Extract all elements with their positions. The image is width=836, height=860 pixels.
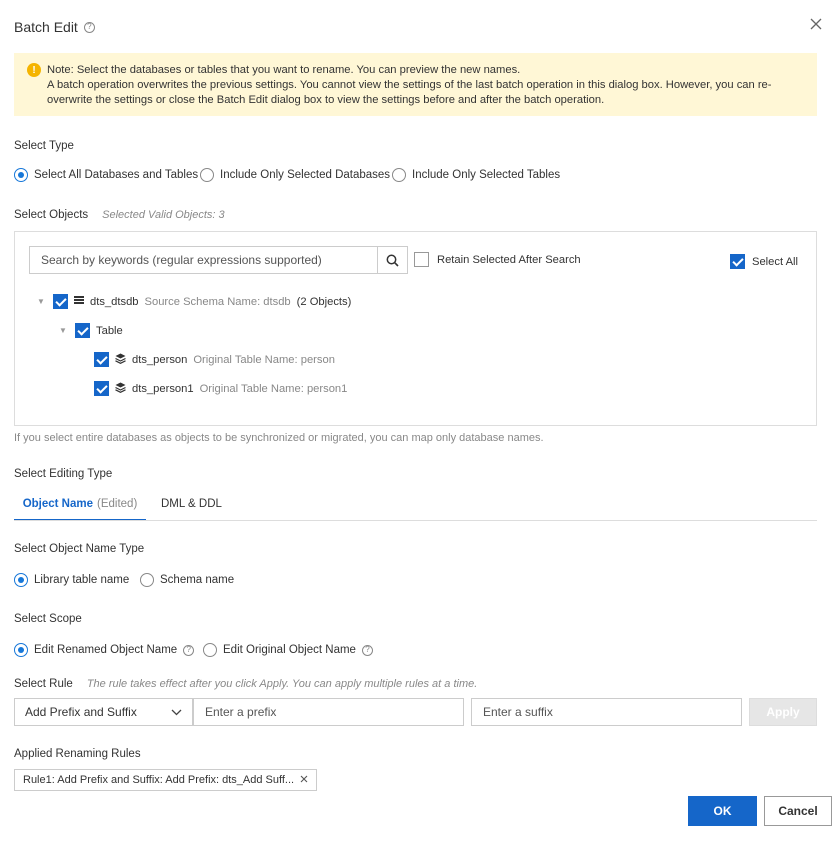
checkbox[interactable] <box>94 381 109 396</box>
applied-rules-label: Applied Renaming Rules <box>14 748 141 760</box>
help-icon[interactable]: ? <box>183 644 195 656</box>
tree-row-table-group[interactable]: ▼ Table <box>59 323 123 338</box>
rule-select[interactable]: Add Prefix and Suffix <box>14 698 193 726</box>
search-input[interactable] <box>30 247 377 273</box>
help-icon[interactable]: ? <box>361 644 373 656</box>
tab-edited-suffix: (Edited) <box>97 498 138 510</box>
suffix-field <box>471 698 742 726</box>
radio-schema-name[interactable]: Schema name <box>140 573 234 587</box>
checkbox[interactable] <box>75 323 90 338</box>
db-meta: Source Schema Name: dtsdb <box>144 295 291 308</box>
radio-label: Edit Original Object Name <box>223 644 356 656</box>
radio-button[interactable] <box>200 168 214 182</box>
tab-object-name[interactable]: Object Name (Edited) <box>14 489 146 521</box>
tree-row-table[interactable]: dts_person Original Table Name: person <box>94 352 335 367</box>
database-icon <box>74 295 84 308</box>
applied-rule-text: Rule1: Add Prefix and Suffix: Add Prefix… <box>23 774 295 786</box>
close-icon[interactable] <box>806 14 826 34</box>
layers-icon <box>115 382 126 396</box>
radio-button[interactable] <box>392 168 406 182</box>
table-meta: Original Table Name: person <box>193 353 335 366</box>
radio-label: Library table name <box>34 574 130 586</box>
remove-rule-icon[interactable] <box>300 774 308 786</box>
db-name: dts_dtsdb <box>90 295 139 308</box>
ok-button[interactable]: OK <box>688 796 757 826</box>
objects-footnote: If you select entire databases as object… <box>14 432 544 444</box>
prefix-input[interactable] <box>194 699 463 725</box>
editing-type-label: Select Editing Type <box>14 468 113 480</box>
checkbox[interactable] <box>94 352 109 367</box>
caret-down-icon[interactable]: ▼ <box>59 326 69 335</box>
retain-selected-checkbox[interactable]: Retain Selected After Search <box>414 252 581 267</box>
radio-label: Include Only Selected Tables <box>412 169 561 181</box>
checkbox[interactable] <box>414 252 429 267</box>
radio-button[interactable] <box>14 168 28 182</box>
radio-library-table-name[interactable]: Library table name <box>14 573 129 587</box>
rule-header: Select Rule The rule takes effect after … <box>14 678 477 690</box>
suffix-input[interactable] <box>472 699 741 725</box>
cancel-button[interactable]: Cancel <box>764 796 832 826</box>
select-all-checkbox[interactable]: Select All <box>730 254 798 269</box>
radio-selected-tables[interactable]: Include Only Selected Tables <box>392 168 560 182</box>
select-type-label: Select Type <box>14 140 74 152</box>
prefix-field <box>193 698 464 726</box>
selected-count-hint: Selected Valid Objects: 3 <box>102 209 225 221</box>
notice-line1: Note: Select the databases or tables tha… <box>47 64 521 76</box>
rule-label: Select Rule <box>14 678 73 690</box>
radio-label: Select All Databases and Tables <box>34 169 199 181</box>
applied-rule-tag: Rule1: Add Prefix and Suffix: Add Prefix… <box>14 769 317 791</box>
tree-row-database[interactable]: ▼ dts_dtsdb Source Schema Name: dtsdb (2… <box>37 294 351 309</box>
radio-button[interactable] <box>14 643 28 657</box>
tree-row-table[interactable]: dts_person1 Original Table Name: person1 <box>94 381 347 396</box>
help-icon[interactable]: ? <box>83 21 95 33</box>
retain-label: Retain Selected After Search <box>437 253 581 266</box>
tab-dml-ddl[interactable]: DML & DDL <box>161 489 222 521</box>
radio-edit-original[interactable]: Edit Original Object Name ? <box>203 643 373 657</box>
notice-line2: A batch operation overwrites the previou… <box>47 79 772 106</box>
table-name: dts_person <box>132 353 188 366</box>
object-search <box>29 246 408 274</box>
search-icon[interactable] <box>377 247 407 273</box>
scope-label: Select Scope <box>14 613 82 625</box>
caret-down-icon[interactable]: ▼ <box>37 297 47 306</box>
radio-label: Include Only Selected Databases <box>220 169 391 181</box>
db-count: (2 Objects) <box>296 295 352 308</box>
radio-label: Schema name <box>160 574 235 586</box>
radio-button[interactable] <box>203 643 217 657</box>
select-objects-label: Select Objects <box>14 209 89 221</box>
rule-select-value: Add Prefix and Suffix <box>25 705 137 719</box>
radio-edit-renamed[interactable]: Edit Renamed Object Name ? <box>14 643 195 657</box>
radio-all-db-tables[interactable]: Select All Databases and Tables <box>14 168 198 182</box>
radio-selected-databases[interactable]: Include Only Selected Databases <box>200 168 390 182</box>
rule-hint: The rule takes effect after you click Ap… <box>86 678 478 690</box>
chevron-down-icon <box>171 705 182 719</box>
table-meta: Original Table Name: person1 <box>199 382 348 395</box>
group-name: Table <box>96 324 123 337</box>
radio-label: Edit Renamed Object Name <box>34 644 178 656</box>
radio-button[interactable] <box>14 573 28 587</box>
select-all-label: Select All <box>752 255 799 268</box>
dialog-title-text: Batch Edit <box>14 19 78 35</box>
layers-icon <box>115 353 126 367</box>
checkbox[interactable] <box>53 294 68 309</box>
table-name: dts_person1 <box>132 382 194 395</box>
notice-banner: ! Note: Select the databases or tables t… <box>14 53 817 116</box>
object-name-type-label: Select Object Name Type <box>14 543 145 555</box>
checkbox[interactable] <box>730 254 745 269</box>
select-objects-header: Select Objects Selected Valid Objects: 3 <box>14 209 225 221</box>
dialog-title: Batch Edit ? <box>14 19 95 35</box>
warning-icon: ! <box>27 63 41 77</box>
radio-button[interactable] <box>140 573 154 587</box>
apply-button[interactable]: Apply <box>749 698 817 726</box>
tab-label: DML & DDL <box>161 498 222 510</box>
tab-divider <box>14 520 817 521</box>
tab-label: Object Name <box>22 498 94 510</box>
